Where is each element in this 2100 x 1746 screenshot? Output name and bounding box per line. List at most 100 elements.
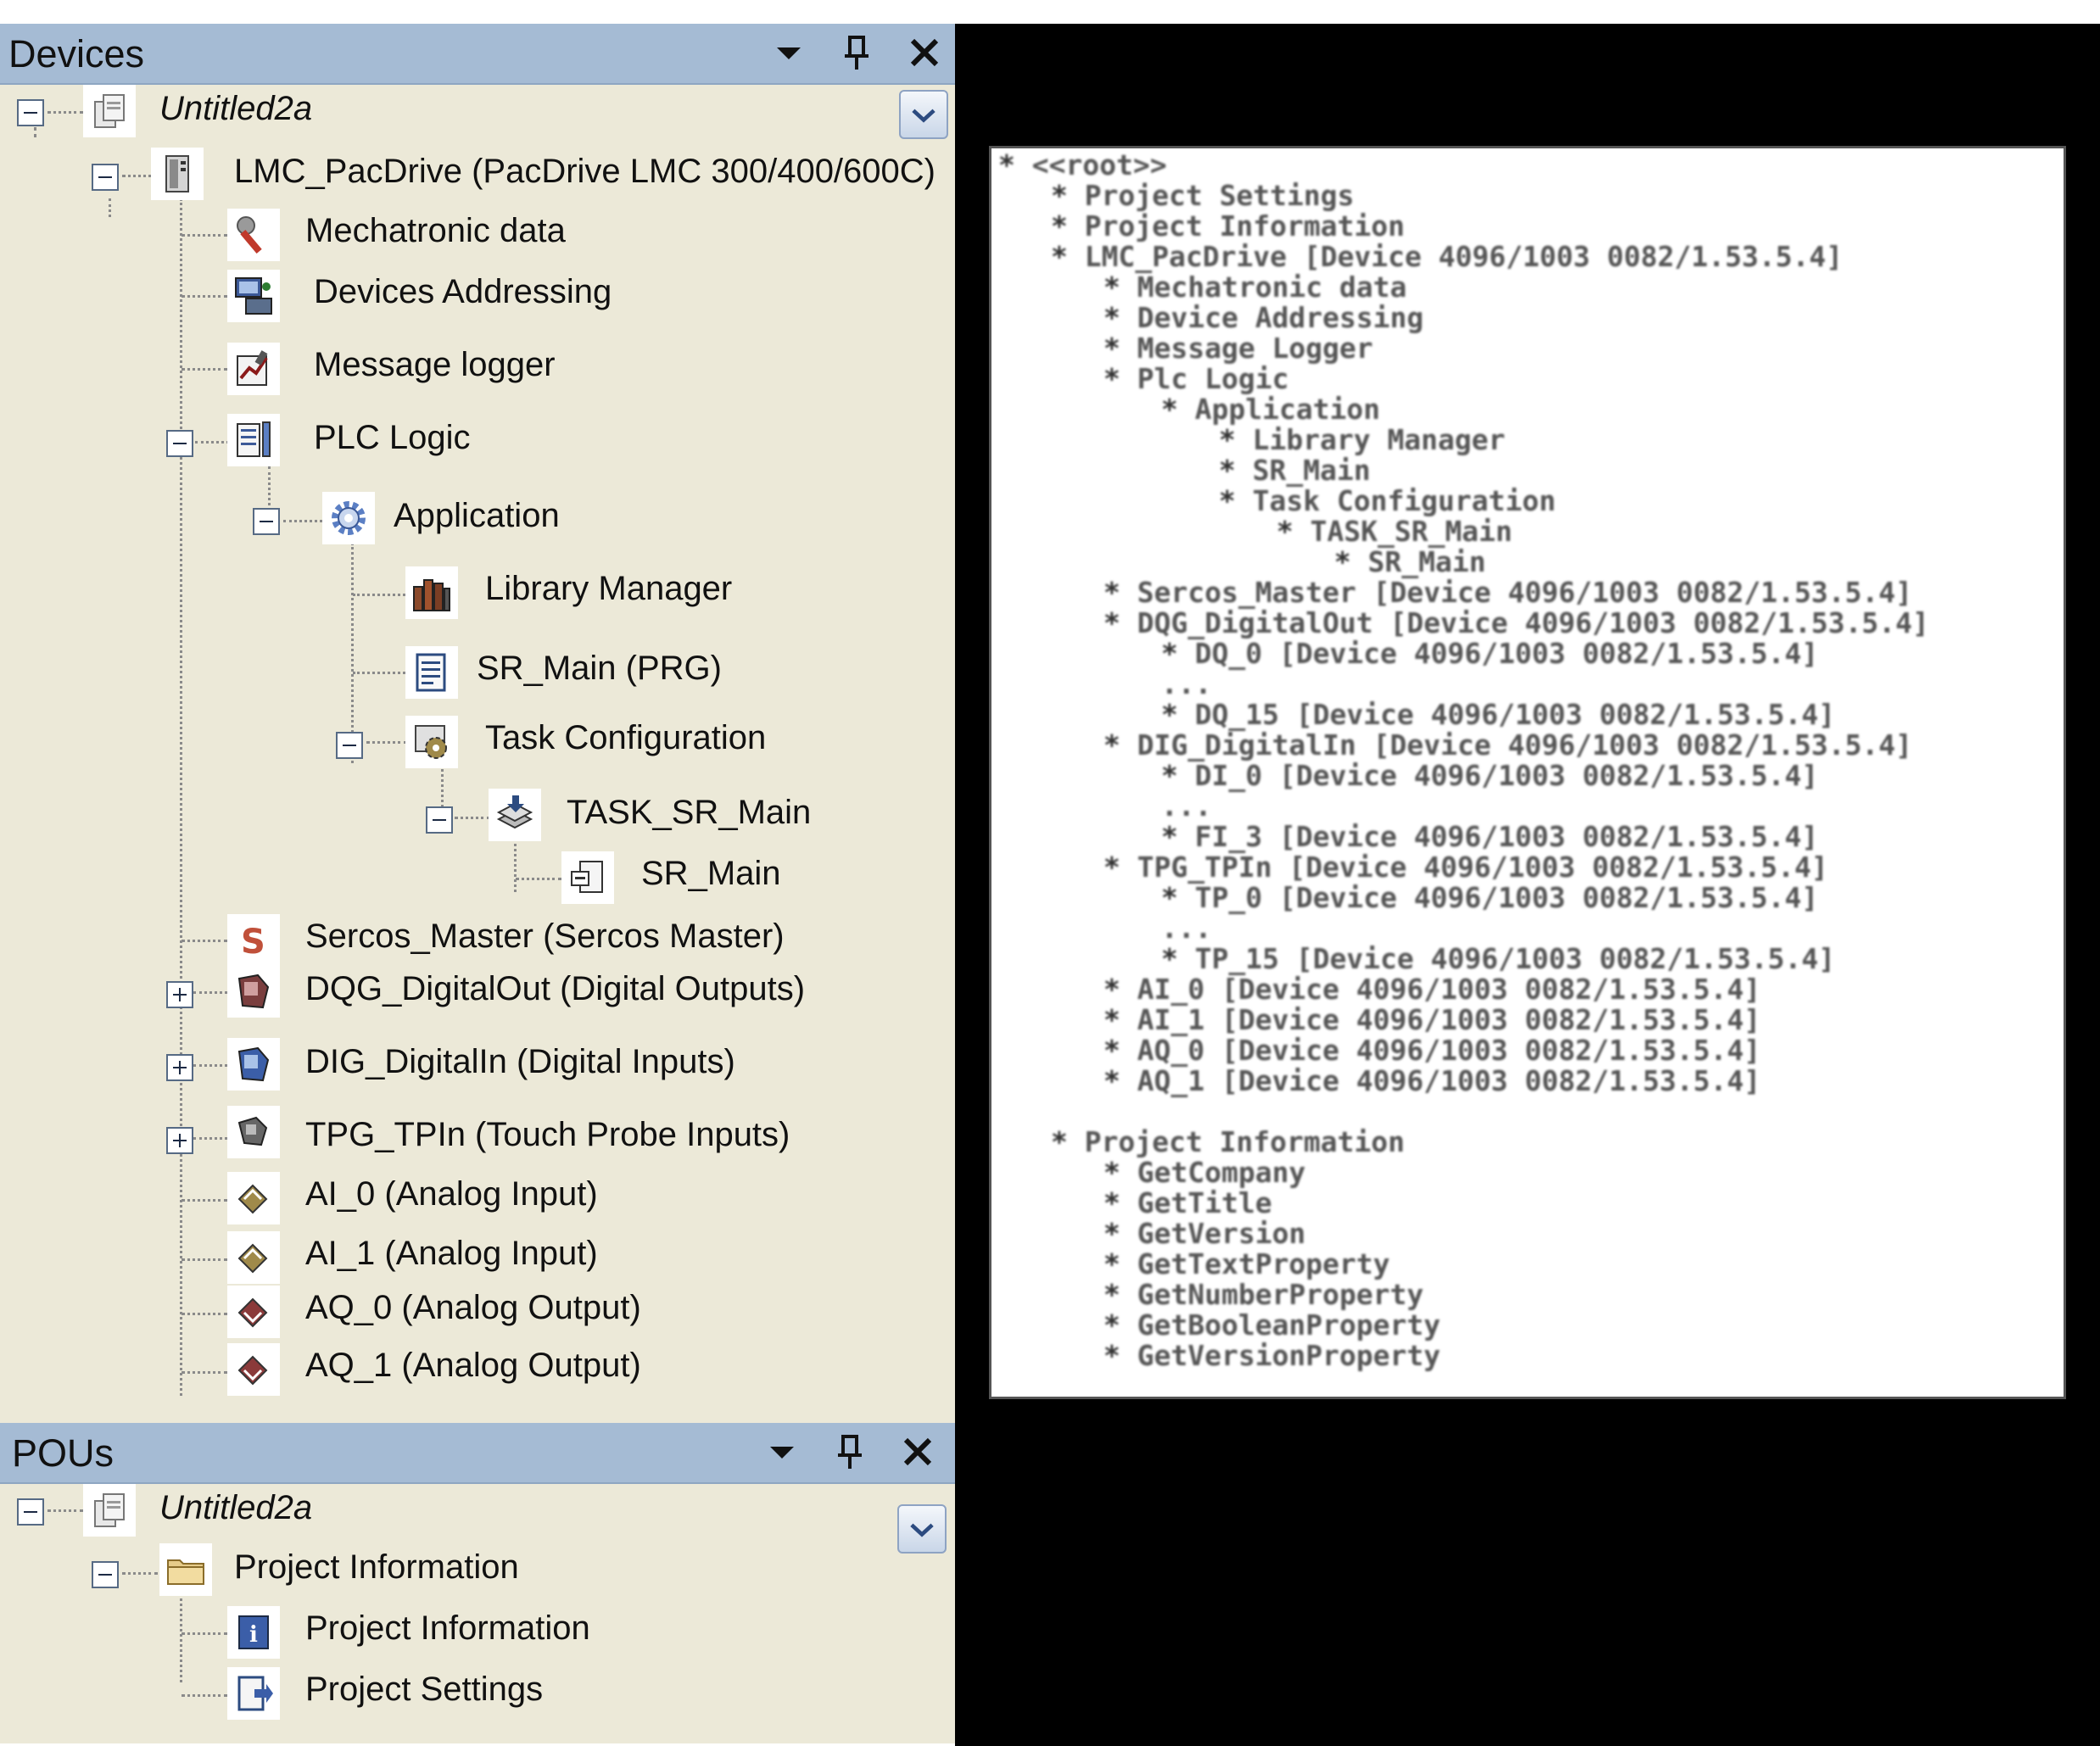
tree-connector [182,940,227,942]
collapse-toggle[interactable] [92,1561,119,1588]
tree-node-touch-probe[interactable]: TPG_TPIn (Touch Probe Inputs) [166,1106,790,1163]
tree-node-sr-main-prg[interactable]: SR_Main (PRG) [405,646,829,699]
folder-icon [159,1543,212,1596]
doc-line: * AI_0 [Device 4096/1003 0082/1.53.5.4] [1103,973,1761,1006]
doc-line: * Project Information [1051,1125,1405,1158]
tree-node-label: Untitled2a [159,90,313,127]
doc-line: * GetTitle [1103,1186,1272,1219]
doc-line: * DQ_0 [Device 4096/1003 0082/1.53.5.4] [1161,637,1818,670]
task-icon [489,789,541,841]
tree-connector [353,594,405,596]
wrench-icon [227,209,280,261]
sercos-icon: S [227,914,280,967]
tree-node-plc-logic[interactable]: PLC Logic [166,414,590,466]
tree-node-label: AI_0 (Analog Input) [305,1175,598,1213]
doc-line: ... [1161,912,1212,945]
tree-connector [182,234,227,237]
doc-line: * Application [1161,393,1381,426]
doc-line: * GetTextProperty [1103,1247,1390,1280]
analog-out-icon [227,1286,280,1338]
tree-connector [182,295,227,298]
tree-node-project-information[interactable]: i Project Information [227,1606,736,1659]
tree-node-ai-0[interactable]: AI_0 (Analog Input) [227,1172,736,1226]
tree-node-project[interactable]: Untitled2a [17,1484,356,1537]
dropdown-icon[interactable] [765,29,813,76]
tree-node-sercos-master[interactable]: S Sercos_Master (Sercos Master) [227,914,785,967]
tree-node-sr-main-call[interactable]: SR_Main [561,851,816,904]
expand-toggle[interactable] [166,1127,193,1154]
tree-node-label: AQ_0 (Analog Output) [305,1289,641,1326]
tree-node-label: TASK_SR_Main [567,794,812,831]
tree-node-project-settings[interactable]: Project Settings [227,1667,736,1721]
pin-icon[interactable] [826,1428,874,1475]
tree-node-task-configuration[interactable]: Task Configuration [336,716,811,768]
doc-line: * AQ_0 [Device 4096/1003 0082/1.53.5.4] [1103,1034,1761,1067]
tree-node-label: TPG_TPIn (Touch Probe Inputs) [305,1116,790,1153]
document-icon [405,646,458,699]
collapse-toggle[interactable] [17,99,44,126]
logger-icon [227,343,280,395]
svg-text:S: S [241,923,265,962]
devices-panel-title: Devices [8,32,145,75]
collapse-toggle[interactable] [166,430,193,457]
close-icon[interactable] [901,29,948,76]
tree-node-aq-0[interactable]: AQ_0 (Analog Output) [227,1286,736,1340]
doc-line: * TP_0 [Device 4096/1003 0082/1.53.5.4] [1161,881,1818,914]
close-icon[interactable] [894,1428,941,1475]
svg-text:i: i [249,1622,258,1648]
tree-node-controller[interactable]: LMC_PacDrive (PacDrive LMC 300/400/600C) [92,148,936,200]
check-collapse-button[interactable] [897,1504,947,1554]
doc-line: ... [1161,789,1212,823]
collapse-toggle[interactable] [253,508,280,535]
doc-line: * Message Logger [1103,332,1373,365]
doc-line: * Mechatronic data [1103,271,1407,304]
tree-node-digital-out[interactable]: DQG_DigitalOut (Digital Outputs) [166,965,805,1018]
tree-node-application[interactable]: Application [253,492,677,544]
collapse-toggle[interactable] [17,1498,44,1526]
tree-node-library-manager[interactable]: Library Manager [405,566,829,621]
tree-node-label: AI_1 (Analog Input) [305,1235,598,1272]
project-icon [83,85,136,137]
doc-line: * Device Addressing [1103,301,1424,334]
collapse-toggle[interactable] [336,732,363,759]
doc-line: * GetBooleanProperty [1103,1308,1441,1342]
doc-line: * GetVersionProperty [1103,1339,1441,1372]
devices-panel-header: Devices [0,24,955,85]
collapse-toggle[interactable] [92,164,119,191]
tree-node-project[interactable]: Untitled2a [17,85,356,137]
tree-node-label: SR_Main (PRG) [477,650,722,687]
doc-line: * GetVersion [1103,1217,1306,1250]
tree-node-digital-in[interactable]: DIG_DigitalIn (Digital Inputs) [166,1038,777,1091]
expand-toggle[interactable] [166,981,193,1008]
doc-line: * Project Information [1051,209,1405,243]
tree-node-devices-addressing[interactable]: Devices Addressing [227,270,651,324]
tree-node-label: Project Settings [305,1671,544,1708]
doc-line: * Library Manager [1219,423,1505,456]
tree-node-label: PLC Logic [314,419,471,456]
tree-node-mechatronic-data[interactable]: Mechatronic data [227,209,651,263]
analog-in-icon [227,1172,280,1224]
doc-line: * SR_Main [1219,454,1371,487]
controller-icon [151,148,204,200]
doc-line: * SR_Main [1334,545,1486,578]
tree-node-task-sr-main[interactable]: TASK_SR_Main [426,789,850,843]
tree-node-ai-1[interactable]: AI_1 (Analog Input) [227,1231,736,1286]
digital-out-icon [227,965,280,1018]
doc-line: * Sercos_Master [Device 4096/1003 0082/1… [1103,576,1913,609]
check-collapse-button[interactable] [899,90,948,139]
expand-toggle[interactable] [166,1054,193,1081]
tree-node-label: LMC_PacDrive (PacDrive LMC 300/400/600C) [234,153,936,190]
project-structure-document: * <<root>> * Project Settings * Project … [989,146,2066,1399]
doc-line: * DIG_DigitalIn [Device 4096/1003 0082/1… [1103,728,1913,761]
books-icon [405,566,458,619]
pin-icon[interactable] [833,29,880,76]
doc-line: * TP_15 [Device 4096/1003 0082/1.53.5.4] [1161,942,1835,975]
tree-node-message-logger[interactable]: Message logger [227,343,651,397]
collapse-toggle[interactable] [426,806,453,834]
tree-node-label: Project Information [234,1548,519,1586]
tree-node-project-information-folder[interactable]: Project Information [92,1543,600,1598]
tree-node-aq-1[interactable]: AQ_1 (Analog Output) [227,1343,736,1397]
tree-node-label: Project Information [305,1609,590,1647]
dropdown-icon[interactable] [758,1428,806,1475]
settings-doc-icon [227,1667,280,1720]
